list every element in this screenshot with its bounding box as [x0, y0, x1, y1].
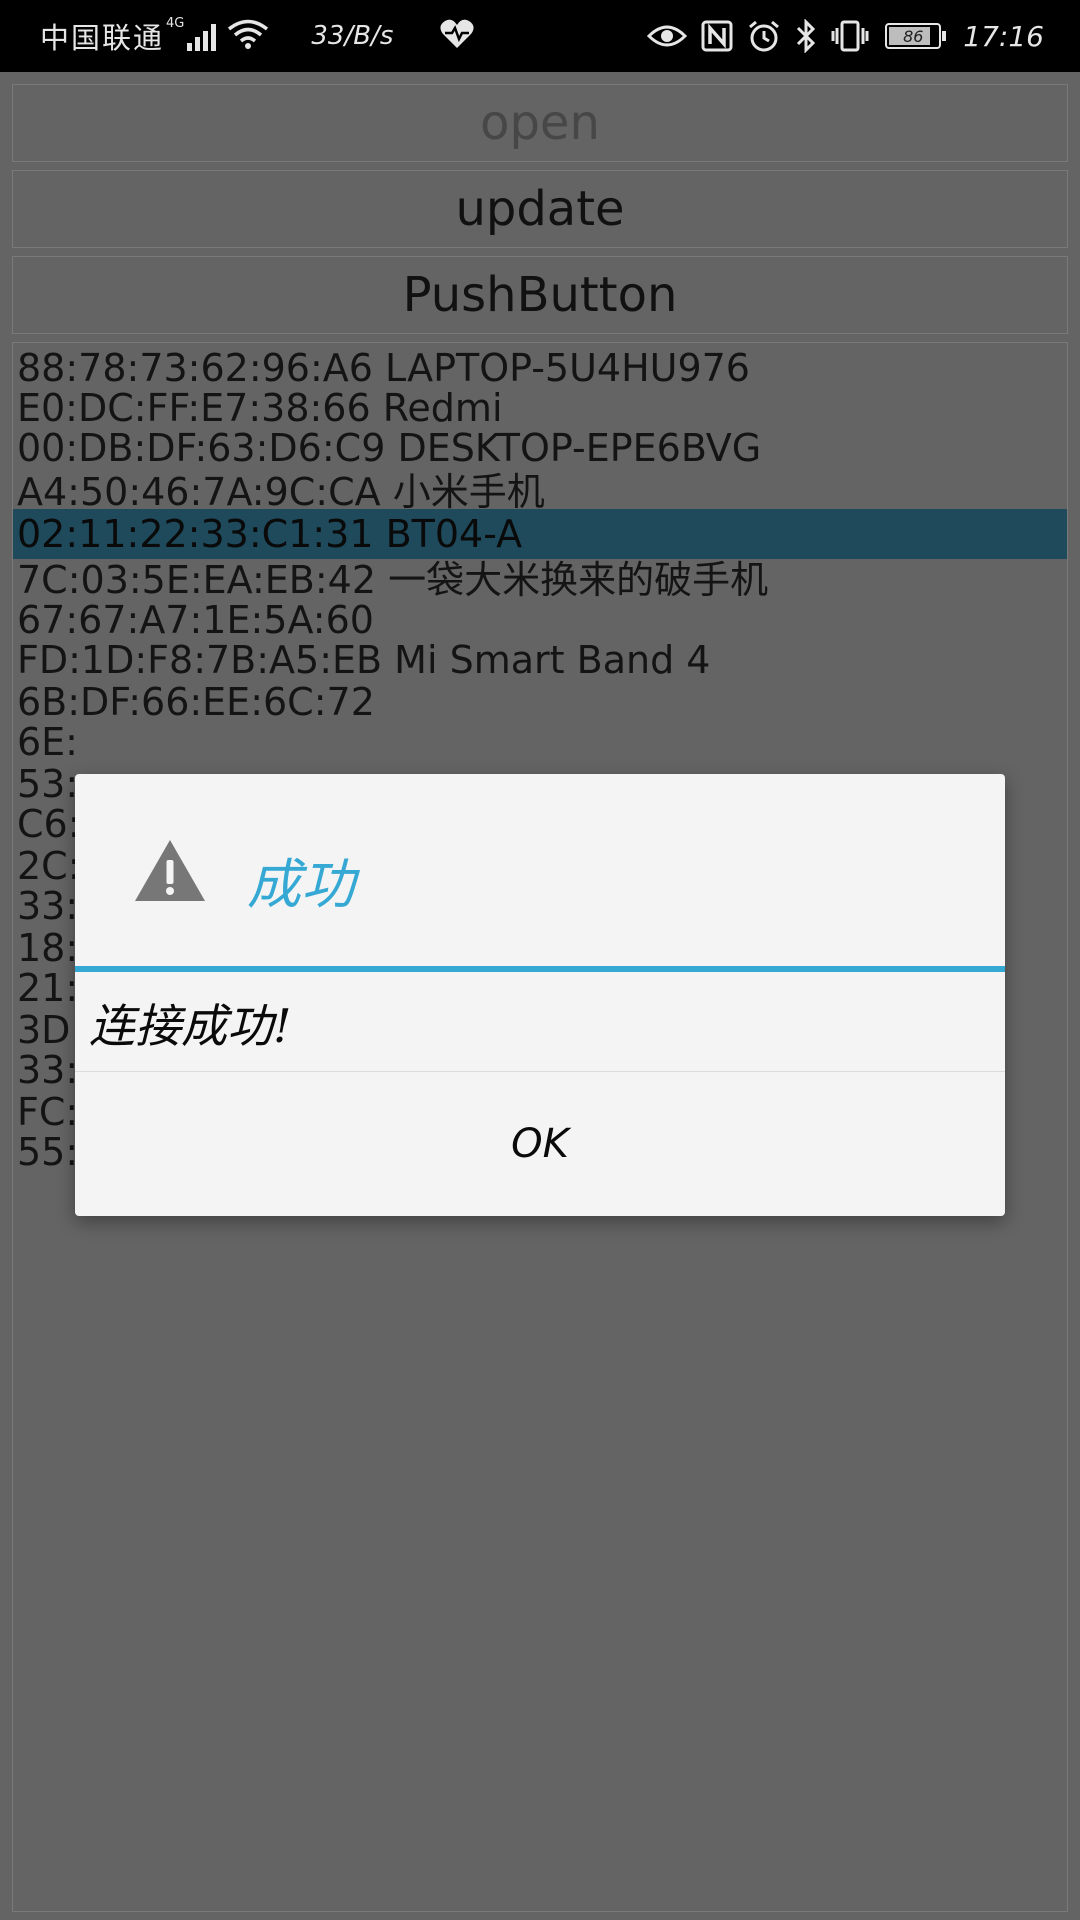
network-speed: 33/B/s	[311, 21, 394, 51]
status-bar-right: 86 17:16	[633, 0, 1080, 72]
eye-icon	[647, 22, 688, 50]
nfc-icon	[701, 20, 733, 52]
dialog-message: 连接成功!	[89, 999, 292, 1053]
push-button[interactable]: PushButton	[12, 256, 1068, 334]
success-dialog: 成功 连接成功! OK	[75, 774, 1005, 1216]
status-bar: 中国联通 4G 33/B/s 86 17:16	[0, 0, 1080, 72]
warning-icon	[133, 838, 207, 908]
device-list-item[interactable]: 00:DB:DF:63:D6:C9 DESKTOP-EPE6BVG	[13, 423, 1067, 473]
device-list-item[interactable]: 02:11:22:33:C1:31 BT04-A	[13, 509, 1067, 559]
bluetooth-icon	[795, 19, 817, 53]
alarm-icon	[747, 19, 781, 53]
dialog-title: 成功	[247, 853, 355, 916]
battery-icon: 86	[885, 23, 947, 49]
update-button[interactable]: update	[12, 170, 1068, 248]
clock: 17:16	[963, 19, 1044, 53]
ok-button[interactable]: OK	[75, 1072, 1005, 1216]
open-button[interactable]: open	[12, 84, 1068, 162]
status-bar-left: 中国联通 4G 33/B/s	[0, 0, 475, 72]
battery-level: 86	[903, 26, 924, 46]
carrier-name: 中国联通	[40, 21, 165, 55]
wifi-icon	[227, 18, 269, 54]
dialog-title-divider	[75, 966, 1005, 972]
network-type: 4G	[166, 16, 185, 31]
heart-icon	[439, 18, 475, 54]
signal-icon	[187, 21, 219, 51]
vibrate-icon	[831, 20, 869, 52]
